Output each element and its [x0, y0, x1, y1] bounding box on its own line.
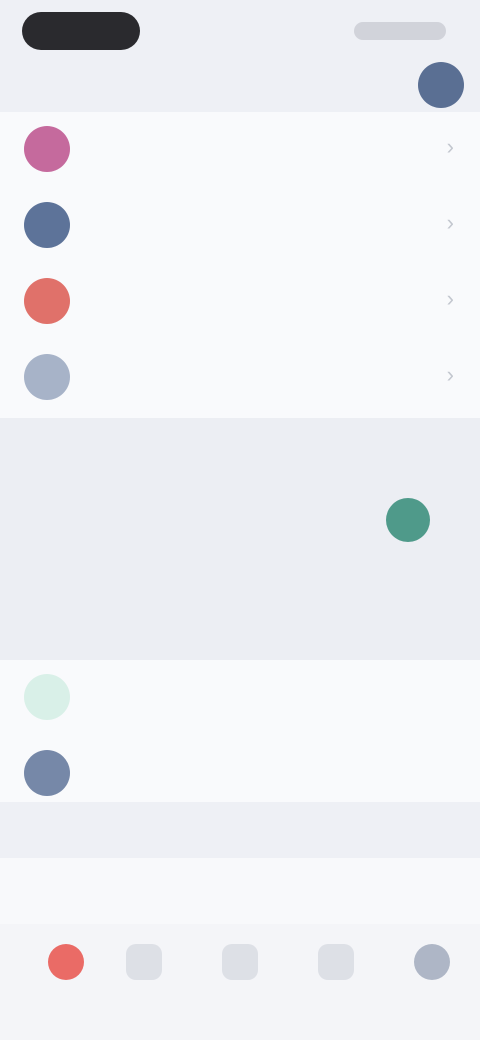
tab-profile[interactable] — [384, 938, 480, 1008]
settings-row[interactable]: › — [0, 340, 480, 416]
status-bar — [0, 0, 480, 64]
row-icon — [24, 674, 70, 720]
settings-card-bottom — [0, 660, 480, 802]
search-icon — [126, 944, 162, 980]
settings-row[interactable]: › — [0, 264, 480, 340]
home-icon — [48, 944, 84, 980]
settings-row[interactable]: › — [0, 112, 480, 188]
tab-bar — [0, 924, 480, 1040]
chevron-right-icon: › — [446, 286, 454, 311]
settings-row[interactable] — [0, 660, 480, 736]
chevron-right-icon: › — [446, 362, 454, 387]
dynamic-island — [22, 12, 140, 50]
settings-section — [0, 418, 480, 668]
row-icon — [24, 278, 70, 324]
add-icon — [222, 944, 258, 980]
profile-icon — [414, 944, 450, 980]
tab-inbox[interactable] — [288, 938, 384, 1008]
row-icon — [24, 202, 70, 248]
row-icon — [24, 750, 70, 796]
row-icon — [24, 126, 70, 172]
settings-row[interactable] — [0, 736, 480, 812]
inbox-icon — [318, 944, 354, 980]
logout-button[interactable] — [0, 858, 480, 924]
tab-add[interactable] — [192, 938, 288, 1008]
settings-card-top: › › › › — [0, 112, 480, 418]
chevron-right-icon: › — [446, 210, 454, 235]
avatar[interactable] — [418, 62, 464, 108]
row-icon — [24, 354, 70, 400]
chevron-right-icon: › — [446, 134, 454, 159]
settings-row[interactable]: › — [0, 188, 480, 264]
status-icons — [354, 22, 446, 40]
toggle-icon[interactable] — [386, 498, 430, 542]
tab-search[interactable] — [96, 938, 192, 1008]
